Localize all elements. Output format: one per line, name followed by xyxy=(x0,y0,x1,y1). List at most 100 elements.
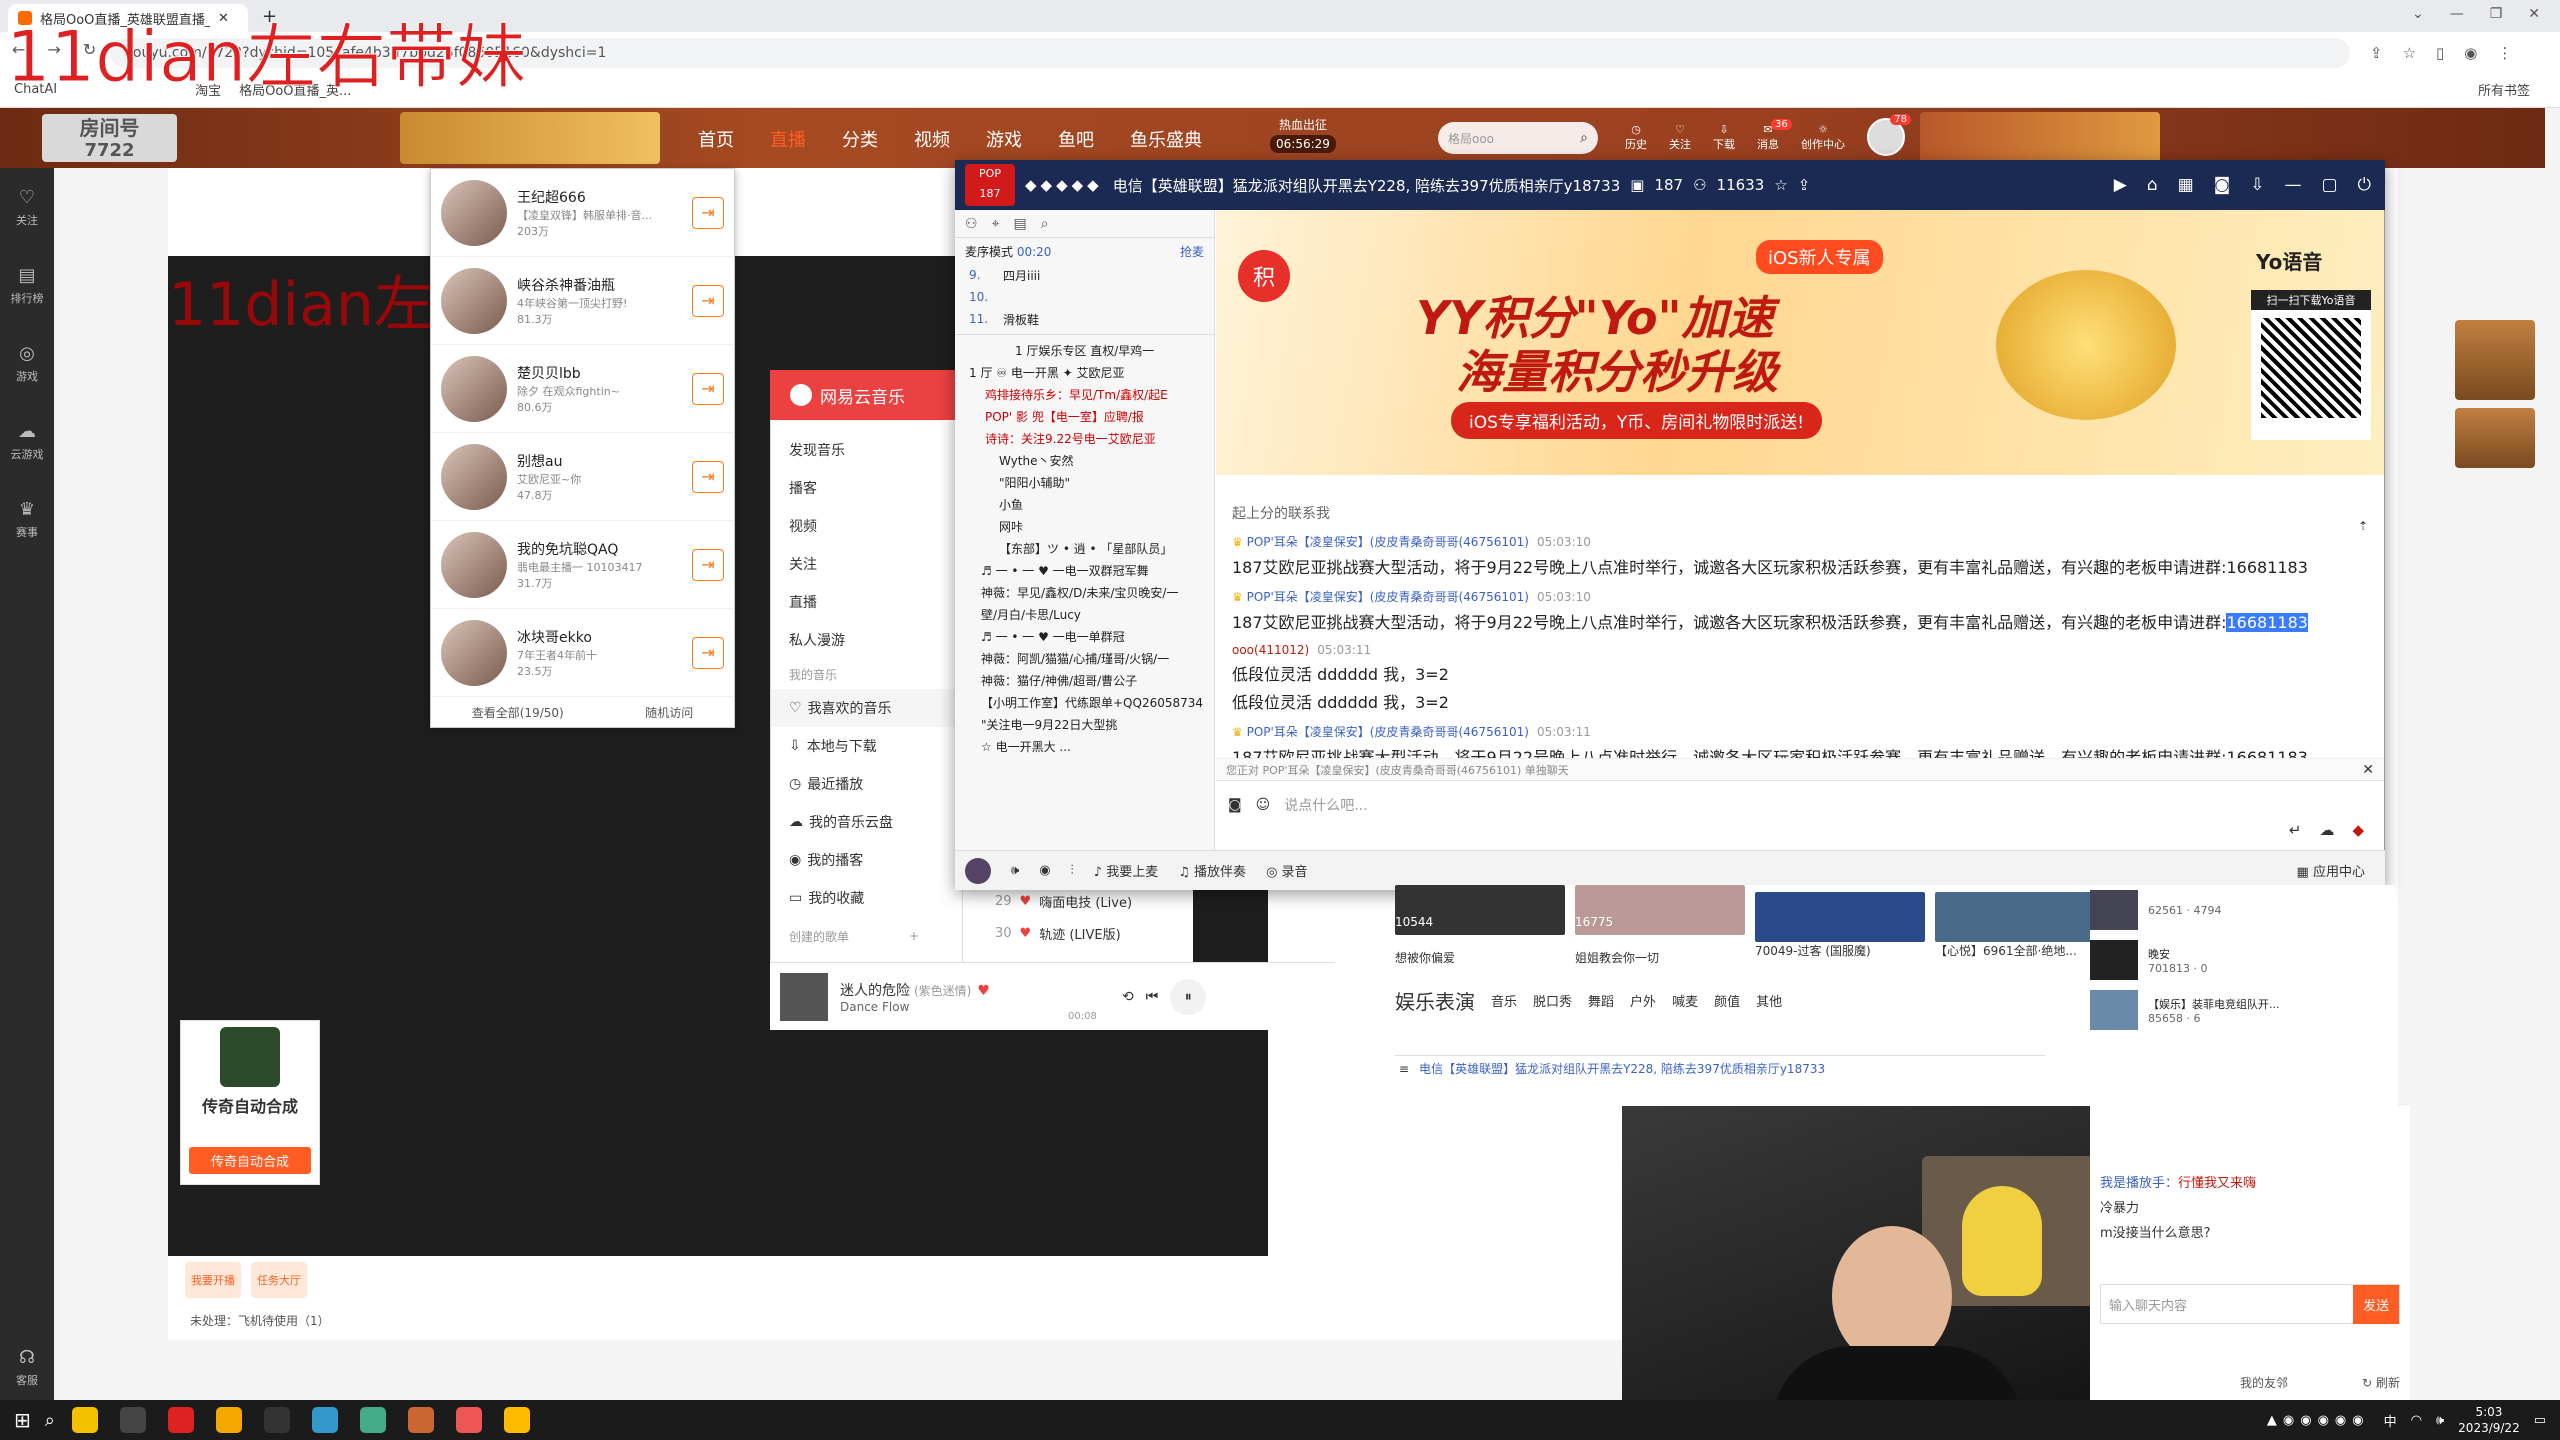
taskbar-app-icon[interactable] xyxy=(119,1407,146,1433)
video-icon[interactable]: ▶ xyxy=(2114,175,2127,195)
album-cover[interactable] xyxy=(780,972,828,1021)
mic-queue-item[interactable]: 11. 滑板鞋 xyxy=(955,308,1214,330)
avatar[interactable]: 78 xyxy=(1867,114,1911,156)
minimize-icon[interactable]: — xyxy=(2284,175,2301,195)
music-nav-follow[interactable]: 关注 xyxy=(771,545,962,583)
music-nav-video[interactable]: 视频 xyxy=(771,507,962,545)
friend-item[interactable]: 王纪超666 【凌皇双锋】韩服单排·音... 203万 ⇥ xyxy=(431,169,734,257)
enter-room-button[interactable]: ⇥ xyxy=(692,196,724,229)
channel-item[interactable]: Wythe丶安然 xyxy=(955,449,1214,471)
prev-icon[interactable]: ⏮ xyxy=(1146,989,1159,1005)
live-thumb[interactable]: 【心悦】6961全部·绝地... xyxy=(1935,892,2105,959)
yy-promo-banner[interactable]: 积 iOS新人专属 YY积分"Yo"加速 海量积分秒升级 iOS专享福利活动，Y… xyxy=(1216,210,2384,475)
minimize-icon[interactable]: — xyxy=(2450,6,2464,22)
tray-icons[interactable]: ▲◉◉◉◉◉ xyxy=(2267,1413,2370,1428)
send-button[interactable]: 发送 xyxy=(2352,1284,2399,1324)
friend-item[interactable]: 楚贝贝lbb 除夕 在观众fightin~ 80.6万 ⇥ xyxy=(431,345,734,433)
left-nav-rank[interactable]: ▤ 排行榜 xyxy=(0,246,54,324)
music-collect[interactable]: ▭ 我的收藏 xyxy=(771,879,962,917)
right-promo[interactable] xyxy=(2455,320,2535,500)
message-button[interactable]: ✉ 消息 36 xyxy=(1757,118,1792,152)
gift-icon[interactable]: ◆ xyxy=(2352,821,2364,839)
enter-room-button[interactable]: ⇥ xyxy=(692,372,724,405)
power-icon[interactable]: ⏻ xyxy=(2358,175,2371,195)
tab-dance[interactable]: 舞蹈 xyxy=(1588,991,1614,1010)
left-nav-esports[interactable]: ♛ 赛事 xyxy=(0,480,54,558)
channel-item[interactable]: 小鱼 xyxy=(955,493,1214,515)
creator-button[interactable]: ☼ 创作中心 xyxy=(1801,123,1845,152)
friend-item[interactable]: 峡谷杀神番油瓶 4年峡谷第一顶尖打野! 81.3万 ⇥ xyxy=(431,257,734,345)
taskbar-app-icon[interactable] xyxy=(263,1407,290,1433)
taskbar-app-icon[interactable] xyxy=(359,1407,386,1433)
loop-icon[interactable]: ⟲ xyxy=(1122,989,1134,1005)
app-center-button[interactable]: ▦ 应用中心 xyxy=(2297,861,2365,880)
profile-icon[interactable]: ◉ xyxy=(2464,44,2477,62)
sidebar-icon[interactable]: ▯ xyxy=(2436,44,2444,62)
tab-entertain[interactable]: 娱乐表演 xyxy=(1395,986,1475,1015)
volume-icon[interactable]: 🕪 xyxy=(2436,1413,2444,1428)
room-item[interactable]: 62561 · 4794 xyxy=(2090,885,2380,935)
layout-icon[interactable]: ▦ xyxy=(2178,175,2194,195)
grab-mic-button[interactable]: 抢麦 xyxy=(1180,243,1204,260)
enter-room-button[interactable]: ⇥ xyxy=(692,548,724,581)
tab-music[interactable]: 音乐 xyxy=(1491,991,1517,1010)
music-nav-podcast[interactable]: 播客 xyxy=(771,469,962,507)
equalizer-icon[interactable]: ⫶ xyxy=(1071,863,1074,878)
heart-icon[interactable]: ♥ xyxy=(1020,894,1032,909)
gamepad-icon[interactable]: ◙ xyxy=(2214,175,2231,195)
clock[interactable]: 5:03 2023/9/22 xyxy=(2458,1404,2520,1436)
chat-input[interactable]: 输入聊天内容 xyxy=(2109,1295,2345,1314)
list-icon[interactable]: ▤ xyxy=(1013,216,1026,232)
tab-outdoor[interactable]: 户外 xyxy=(1630,991,1656,1010)
left-nav-cloudgame[interactable]: ☁ 云游戏 xyxy=(0,402,54,480)
scroll-top-icon[interactable]: ⇡ xyxy=(2358,519,2368,533)
music-nav-live[interactable]: 直播 xyxy=(771,583,962,621)
close-window-icon[interactable]: ✕ xyxy=(2528,6,2540,22)
mic-queue-item[interactable]: 9. 四月iiii xyxy=(955,264,1214,286)
channel-item[interactable]: 网咔 xyxy=(955,515,1214,537)
download-icon[interactable]: ⇩ xyxy=(2250,175,2264,195)
festival-banner-right[interactable] xyxy=(1920,112,2160,164)
bookmark-all[interactable]: 所有书签 xyxy=(2478,80,2530,99)
room-item[interactable]: 【娱乐】装菲电竞组队开... 85658 · 6 xyxy=(2090,985,2380,1035)
left-nav-follow[interactable]: ♡ 关注 xyxy=(0,168,54,246)
random-visit-link[interactable]: 随机访问 xyxy=(645,704,693,721)
channel-item[interactable]: "阳阳小辅助" xyxy=(955,471,1214,493)
channel-item[interactable]: 神薇：早见/鑫权/D/未来/宝贝晚安/一 xyxy=(955,581,1214,603)
search-icon[interactable]: ⌕ xyxy=(1041,216,1049,232)
friend-item[interactable]: 我的免坑聪QAQ 翡电最主播一 10103417 31.7万 ⇥ xyxy=(431,521,734,609)
nav-live[interactable]: 直播 xyxy=(770,126,806,152)
game-ad-button[interactable]: 传奇自动合成 xyxy=(189,1147,311,1174)
room-item[interactable]: 晚安 701813 · 0 xyxy=(2090,935,2380,985)
task-hall-button[interactable]: 任务大厅 xyxy=(251,1262,307,1298)
user-icon[interactable]: ⚇ xyxy=(965,216,978,232)
channel-item[interactable]: ☆ 电一开黑大 ... xyxy=(955,735,1214,757)
share-icon[interactable]: ⇪ xyxy=(1798,176,1811,194)
ime-indicator[interactable]: 中 xyxy=(2384,1411,2397,1430)
wifi-icon[interactable]: ◠ xyxy=(2411,1413,2422,1428)
enter-room-button[interactable]: ⇥ xyxy=(692,284,724,317)
enter-room-button[interactable]: ⇥ xyxy=(692,636,724,669)
search-input[interactable]: 格局ooo ⌕ xyxy=(1438,122,1598,154)
friend-item[interactable]: 别想au 艾欧尼亚~你 47.8万 ⇥ xyxy=(431,433,734,521)
taskbar-app-icon[interactable] xyxy=(455,1407,482,1433)
record-button[interactable]: ◎ 录音 xyxy=(1266,861,1308,880)
channel-item[interactable]: "关注电一9月22日大型挑 xyxy=(955,713,1214,735)
music-nav-discover[interactable]: 发现音乐 xyxy=(771,431,962,469)
channel-item[interactable]: ♬ 一 • 一 ♥ 一电一双群冠军舞 xyxy=(955,559,1214,581)
enter-icon[interactable]: ↵ xyxy=(2289,821,2302,839)
music-local[interactable]: ⇩ 本地与下载 xyxy=(771,727,962,765)
nav-category[interactable]: 分类 xyxy=(842,126,878,152)
taskbar-app-icon[interactable] xyxy=(311,1407,338,1433)
menu-icon[interactable]: ⋮ xyxy=(2497,44,2512,62)
menu-icon[interactable]: ≡ xyxy=(1399,1062,1409,1076)
accompaniment-button[interactable]: ♫ 播放伴奏 xyxy=(1178,861,1246,880)
bubble-icon[interactable]: ☁ xyxy=(2319,821,2334,839)
heart-icon[interactable]: ♥ xyxy=(1020,926,1032,941)
view-all-link[interactable]: 查看全部(19/50) xyxy=(472,704,564,721)
start-live-button[interactable]: 我要开播 xyxy=(185,1262,241,1298)
channel-item[interactable]: 壁/月白/卡思/Lucy xyxy=(955,603,1214,625)
tab-shout[interactable]: 喊麦 xyxy=(1672,991,1698,1010)
channel-item[interactable]: 神薇：阿凯/猫猫/心捕/瑾哥/火锅/一 xyxy=(955,647,1214,669)
channel-item[interactable]: 诗诗：关注9.22号电一艾欧尼亚 xyxy=(955,427,1214,449)
